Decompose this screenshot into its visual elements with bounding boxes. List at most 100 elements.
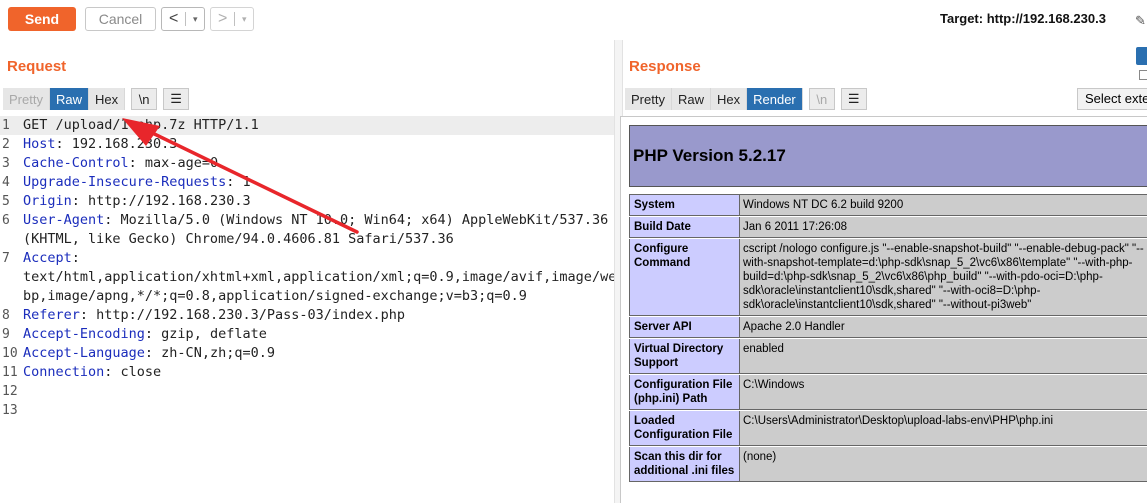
header-value: : close	[104, 364, 162, 380]
forward-nav-group[interactable]: > ▾	[210, 7, 254, 31]
inspector-toggle-icon[interactable]	[1136, 47, 1147, 65]
back-history-dropdown-icon[interactable]: ▾	[186, 14, 204, 25]
request-line[interactable]: bp,image/apng,*/*;q=0.8,application/sign…	[0, 287, 614, 306]
phpinfo-key: Scan this dir for additional .ini files	[629, 447, 739, 482]
line-number	[0, 268, 20, 287]
line-number: 12	[2, 384, 18, 399]
line-number: 13	[2, 403, 18, 418]
request-line[interactable]: 3 Cache-Control: max-age=0	[0, 154, 614, 173]
request-line[interactable]: text/html,application/xhtml+xml,applicat…	[0, 268, 614, 287]
phpinfo-value: enabled	[739, 339, 1147, 374]
request-line-text[interactable]: Upgrade-Insecure-Requests: 1	[20, 173, 614, 192]
request-menu-icon[interactable]: ☰	[163, 88, 190, 110]
response-tab-pretty[interactable]: Pretty	[625, 88, 672, 110]
header-name: Accept-Encoding	[23, 326, 145, 342]
header-name: Accept-Language	[23, 345, 145, 361]
header-name: Upgrade-Insecure-Requests	[23, 174, 227, 190]
request-line-text[interactable]: (KHTML, like Gecko) Chrome/94.0.4606.81 …	[20, 230, 614, 249]
line-number: 9	[2, 327, 10, 342]
line-number: 1	[2, 118, 10, 133]
header-name: Cache-Control	[23, 155, 129, 171]
phpinfo-value: cscript /nologo configure.js "--enable-s…	[739, 239, 1147, 316]
request-line[interactable]: 5 Origin: http://192.168.230.3	[0, 192, 614, 211]
request-line[interactable]: 7 Accept:	[0, 249, 614, 268]
phpinfo-key: Configuration File (php.ini) Path	[629, 375, 739, 410]
request-line-text[interactable]	[20, 382, 614, 401]
phpinfo-row: Virtual Directory Support enabled	[629, 339, 1147, 375]
phpinfo-row: Scan this dir for additional .ini files(…	[629, 447, 1147, 483]
phpinfo-row: Server API Apache 2.0 Handler	[629, 317, 1147, 339]
request-line-text[interactable]: text/html,application/xhtml+xml,applicat…	[20, 268, 614, 287]
request-line-text[interactable]: Accept-Encoding: gzip, deflate	[20, 325, 614, 344]
request-line-text[interactable]: Host: 192.168.230.3	[20, 135, 614, 154]
line-number	[0, 287, 20, 306]
phpinfo-row: System Windows NT DC 6.2 build 9200	[629, 194, 1147, 217]
header-value: : http://192.168.230.3/Pass-03/index.php	[79, 307, 406, 323]
line-number	[0, 230, 20, 249]
phpinfo-key: Server API	[629, 317, 739, 338]
response-newline-toggle[interactable]: \n	[808, 88, 835, 110]
response-tab-render[interactable]: Render	[747, 88, 803, 110]
request-line-text[interactable]: Referer: http://192.168.230.3/Pass-03/in…	[20, 306, 614, 325]
header-name: User-Agent	[23, 212, 105, 228]
request-line[interactable]: 8 Referer: http://192.168.230.3/Pass-03/i…	[0, 306, 614, 325]
request-tab-pretty[interactable]: Pretty	[3, 88, 50, 110]
request-line-text[interactable]: Cache-Control: max-age=0	[20, 154, 614, 173]
header-name: Host	[23, 136, 56, 152]
header-name: Origin	[23, 193, 72, 209]
send-button[interactable]: Send	[8, 7, 76, 31]
header-value: bp,image/apng,*/*;q=0.8,application/sign…	[23, 288, 527, 304]
header-value: text/html,application/xhtml+xml,applicat…	[23, 269, 614, 285]
request-line[interactable]: 1 GET /upload/1.php.7z HTTP/1.1	[0, 116, 614, 135]
response-render-view[interactable]: PHP Version 5.2.17 System Windows NT DC 6…	[620, 116, 1147, 503]
line-number: 2	[2, 137, 10, 152]
response-tab-hex[interactable]: Hex	[710, 88, 748, 110]
request-line-text[interactable]: Accept:	[20, 249, 614, 268]
request-tab-raw[interactable]: Raw	[49, 88, 89, 110]
forward-history-dropdown-icon[interactable]: ▾	[235, 14, 253, 25]
response-menu-icon[interactable]: ☰	[840, 88, 867, 110]
line-number: 3	[2, 156, 10, 171]
phpinfo-row: Configure Command cscript /nologo configu…	[629, 239, 1147, 317]
response-tab-raw[interactable]: Raw	[671, 88, 711, 110]
request-editor[interactable]: 1 GET /upload/1.php.7z HTTP/1.1 2 Host: 192…	[0, 116, 614, 503]
header-name: Accept	[23, 250, 72, 266]
request-line[interactable]: 9 Accept-Encoding: gzip, deflate	[0, 325, 614, 344]
forward-arrow-icon[interactable]: >	[211, 10, 234, 28]
request-line[interactable]: 13	[0, 401, 614, 420]
line-number: 4	[2, 175, 10, 190]
phpinfo-value: C:\Users\Administrator\Desktop\upload-la…	[739, 411, 1147, 446]
line-number: 7	[2, 251, 10, 266]
header-value: (KHTML, like Gecko) Chrome/94.0.4606.81 …	[23, 231, 454, 247]
back-arrow-icon[interactable]: <	[162, 10, 185, 28]
request-line[interactable]: 6 User-Agent: Mozilla/5.0 (Windows NT 10.…	[0, 211, 614, 230]
request-line[interactable]: (KHTML, like Gecko) Chrome/94.0.4606.81 …	[0, 230, 614, 249]
request-line-text[interactable]: User-Agent: Mozilla/5.0 (Windows NT 10.0…	[20, 211, 614, 230]
back-nav-group[interactable]: < ▾	[161, 7, 205, 31]
request-line[interactable]: 10 Accept-Language: zh-CN,zh;q=0.9	[0, 344, 614, 363]
request-tabs: Pretty Raw Hex \n ☰	[3, 88, 190, 110]
request-line-text[interactable]: GET /upload/1.php.7z HTTP/1.1	[20, 116, 614, 135]
request-newline-toggle[interactable]: \n	[131, 88, 158, 110]
header-value: : Mozilla/5.0 (Windows NT 10.0; Win64; x…	[104, 212, 609, 228]
cancel-button[interactable]: Cancel	[85, 7, 156, 31]
request-line-text[interactable]: bp,image/apng,*/*;q=0.8,application/sign…	[20, 287, 614, 306]
request-line[interactable]: 4 Upgrade-Insecure-Requests: 1	[0, 173, 614, 192]
request-line-text[interactable]	[20, 401, 614, 420]
header-value: : 192.168.230.3	[55, 136, 178, 152]
inspector-tab-icon[interactable]	[1139, 70, 1147, 80]
request-line-text[interactable]: Accept-Language: zh-CN,zh;q=0.9	[20, 344, 614, 363]
header-value: :	[71, 250, 80, 266]
select-extension-button[interactable]: Select exte	[1077, 88, 1147, 110]
request-line[interactable]: 11 Connection: close	[0, 363, 614, 382]
request-line-text[interactable]: Connection: close	[20, 363, 614, 382]
edit-target-icon[interactable]: ✎	[1135, 13, 1147, 27]
header-value: : 1	[226, 174, 251, 190]
header-name: Connection	[23, 364, 105, 380]
request-line-text[interactable]: Origin: http://192.168.230.3	[20, 192, 614, 211]
request-line[interactable]: 12	[0, 382, 614, 401]
phpinfo-key: Build Date	[629, 217, 739, 238]
request-line[interactable]: 2 Host: 192.168.230.3	[0, 135, 614, 154]
phpinfo-value: Windows NT DC 6.2 build 9200	[739, 194, 1147, 216]
request-tab-hex[interactable]: Hex	[88, 88, 126, 110]
